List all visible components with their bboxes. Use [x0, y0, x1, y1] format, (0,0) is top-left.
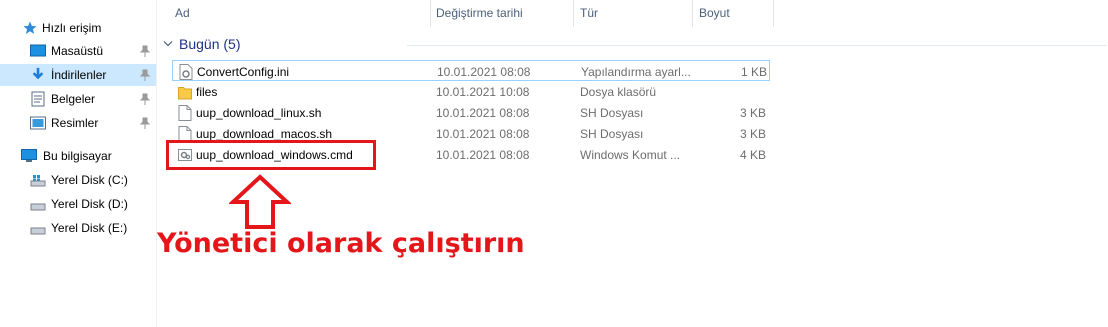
file-name: files	[196, 85, 218, 99]
computer-icon	[21, 149, 37, 162]
sidebar-item-label: Resimler	[51, 116, 99, 130]
file-size: 3 KB	[739, 127, 766, 141]
file-date: 10.01.2021 08:08	[437, 65, 531, 79]
folder-icon	[178, 87, 192, 100]
sidebar-item-drive-c[interactable]: Yerel Disk (C:)	[0, 169, 156, 191]
documents-icon	[31, 91, 45, 107]
drive-icon	[30, 203, 46, 211]
file-date: 10.01.2021 08:08	[436, 127, 530, 141]
nav-quick-access[interactable]: Hızlı erişim	[0, 17, 156, 39]
annotation-caption: Yönetici olarak çalıştırın	[157, 228, 525, 259]
sidebar-item-drive-d[interactable]: Yerel Disk (D:)	[0, 193, 156, 215]
file-row[interactable]: ConvertConfig.ini 10.01.2021 08:08 Yapıl…	[172, 60, 770, 81]
sidebar-item-label: Yerel Disk (D:)	[51, 197, 128, 211]
column-header-size[interactable]: Boyut	[699, 0, 730, 27]
file-type: Dosya klasörü	[580, 85, 657, 99]
file-date: 10.01.2021 08:08	[436, 148, 530, 162]
file-row[interactable]: files 10.01.2021 10:08 Dosya klasörü	[172, 81, 770, 102]
config-file-icon	[179, 64, 193, 80]
sidebar-item-label: Yerel Disk (E:)	[51, 221, 128, 235]
file-type: Yapılandırma ayarl...	[581, 65, 691, 79]
pictures-icon	[30, 116, 46, 130]
file-type: SH Dosyası	[580, 106, 644, 120]
sidebar-item-desktop[interactable]: Masaüstü	[0, 40, 156, 62]
highlight-box	[166, 140, 376, 170]
column-header-bar: Ad Değiştirme tarihi Tür Boyut	[157, 0, 1108, 27]
file-size: 1 KB	[740, 65, 767, 79]
file-type: SH Dosyası	[580, 127, 644, 141]
sidebar-item-downloads[interactable]: İndirilenler	[0, 64, 156, 86]
column-divider[interactable]	[773, 0, 774, 27]
nav-this-pc[interactable]: Bu bilgisayar	[0, 145, 156, 167]
drive-icon	[30, 227, 46, 235]
navigation-pane: Hızlı erişim Masaüstü İndirilenler Belge…	[0, 0, 157, 327]
sidebar-item-label: İndirilenler	[51, 68, 107, 82]
file-type: Windows Komut ...	[580, 148, 681, 162]
pin-icon[interactable]	[140, 69, 150, 81]
desktop-icon	[30, 44, 46, 57]
quick-access-label: Hızlı erişim	[42, 21, 102, 35]
up-arrow-icon	[229, 174, 291, 229]
sidebar-item-drive-e[interactable]: Yerel Disk (E:)	[0, 217, 156, 239]
file-row[interactable]: uup_download_linux.sh 10.01.2021 08:08 S…	[172, 102, 770, 123]
downloads-icon	[32, 67, 44, 80]
column-divider[interactable]	[430, 0, 431, 27]
sidebar-item-label: Belgeler	[51, 92, 96, 106]
column-divider[interactable]	[573, 0, 574, 27]
file-name: ConvertConfig.ini	[197, 65, 290, 79]
pin-icon[interactable]	[140, 93, 150, 105]
column-divider[interactable]	[692, 0, 693, 27]
file-size: 4 KB	[739, 148, 766, 162]
this-pc-label: Bu bilgisayar	[43, 149, 112, 163]
group-header-today[interactable]: Bugün (5)	[157, 34, 1108, 54]
chevron-down-icon[interactable]	[163, 40, 173, 48]
pin-icon[interactable]	[140, 117, 150, 129]
file-icon	[178, 105, 192, 121]
column-header-date[interactable]: Değiştirme tarihi	[436, 0, 523, 27]
file-name: uup_download_macos.sh	[196, 127, 333, 141]
file-date: 10.01.2021 10:08	[436, 85, 530, 99]
sidebar-item-pictures[interactable]: Resimler	[0, 112, 156, 134]
group-divider	[407, 45, 1107, 46]
file-name: uup_download_linux.sh	[196, 106, 322, 120]
sidebar-item-documents[interactable]: Belgeler	[0, 88, 156, 110]
windows-drive-icon	[30, 175, 46, 187]
sidebar-item-label: Yerel Disk (C:)	[51, 173, 128, 187]
group-label: Bugün (5)	[179, 36, 241, 52]
column-header-name[interactable]: Ad	[175, 0, 190, 27]
file-size: 3 KB	[739, 106, 766, 120]
pin-icon[interactable]	[140, 45, 150, 57]
sidebar-item-label: Masaüstü	[51, 44, 104, 58]
file-date: 10.01.2021 08:08	[436, 106, 530, 120]
star-icon	[23, 21, 37, 34]
column-header-type[interactable]: Tür	[580, 0, 598, 27]
